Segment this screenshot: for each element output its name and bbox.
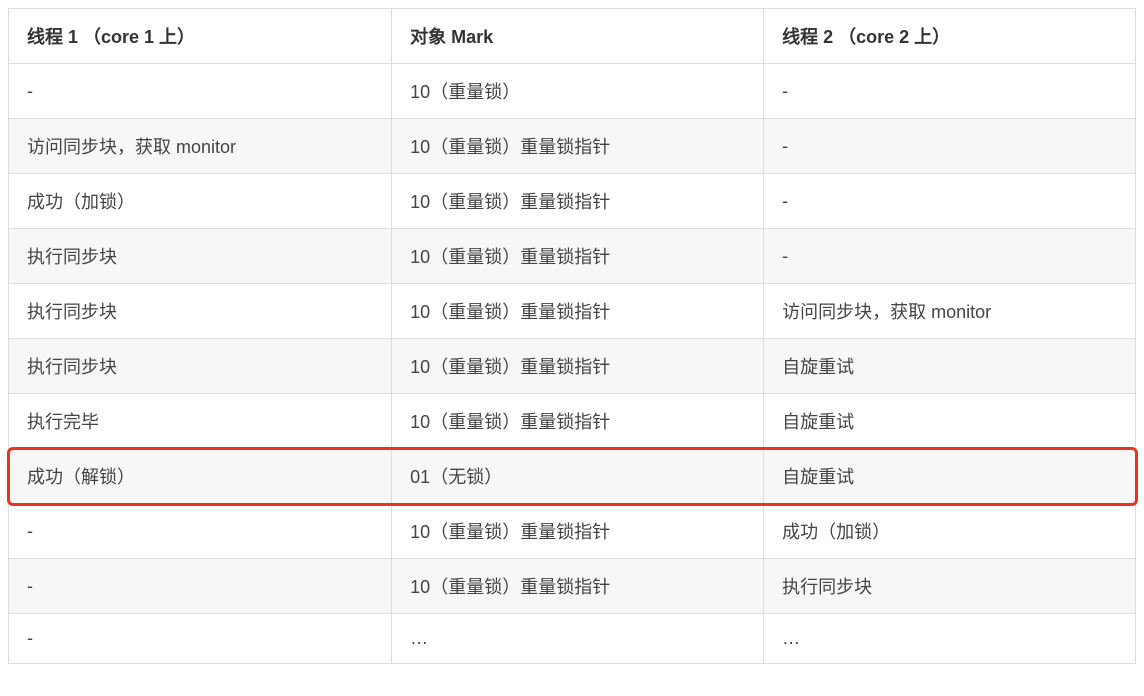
table-cell: -: [9, 614, 392, 664]
table-cell: 10（重量锁）重量锁指针: [392, 504, 764, 559]
table-cell: 执行同步块: [9, 229, 392, 284]
table-cell: 10（重量锁）重量锁指针: [392, 284, 764, 339]
table-cell: …: [392, 614, 764, 664]
table-cell: 10（重量锁）重量锁指针: [392, 119, 764, 174]
table-cell: -: [9, 559, 392, 614]
table-cell: 执行同步块: [9, 339, 392, 394]
table-cell: …: [764, 614, 1136, 664]
table-header-row: 线程 1 （core 1 上） 对象 Mark 线程 2 （core 2 上）: [9, 9, 1136, 64]
header-thread1: 线程 1 （core 1 上）: [9, 9, 392, 64]
table-cell: -: [764, 174, 1136, 229]
table-cell: 访问同步块，获取 monitor: [764, 284, 1136, 339]
table-row: 执行完毕10（重量锁）重量锁指针自旋重试: [9, 394, 1136, 449]
table-row: -10（重量锁）重量锁指针成功（加锁）: [9, 504, 1136, 559]
table-row: 执行同步块10（重量锁）重量锁指针访问同步块，获取 monitor: [9, 284, 1136, 339]
header-object-mark: 对象 Mark: [392, 9, 764, 64]
table-cell: -: [764, 119, 1136, 174]
table-cell: -: [764, 64, 1136, 119]
table-cell: 成功（解锁）: [9, 449, 392, 504]
table-cell: 01（无锁）: [392, 449, 764, 504]
table-cell: -: [9, 64, 392, 119]
table-cell: 自旋重试: [764, 394, 1136, 449]
table-row: 执行同步块10（重量锁）重量锁指针-: [9, 229, 1136, 284]
table-cell: 10（重量锁）重量锁指针: [392, 174, 764, 229]
table-body: -10（重量锁）-访问同步块，获取 monitor10（重量锁）重量锁指针-成功…: [9, 64, 1136, 664]
table-cell: 成功（加锁）: [9, 174, 392, 229]
table-cell: 自旋重试: [764, 339, 1136, 394]
table-cell: 成功（加锁）: [764, 504, 1136, 559]
table-row: 执行同步块10（重量锁）重量锁指针自旋重试: [9, 339, 1136, 394]
table-row: -10（重量锁）重量锁指针执行同步块: [9, 559, 1136, 614]
table-cell: 执行同步块: [9, 284, 392, 339]
table-row: -10（重量锁）-: [9, 64, 1136, 119]
table-row: -……: [9, 614, 1136, 664]
table-cell: 10（重量锁）重量锁指针: [392, 229, 764, 284]
table-cell: -: [9, 504, 392, 559]
table-cell: 自旋重试: [764, 449, 1136, 504]
header-thread2: 线程 2 （core 2 上）: [764, 9, 1136, 64]
table-cell: 10（重量锁）重量锁指针: [392, 559, 764, 614]
table-cell: 10（重量锁）重量锁指针: [392, 394, 764, 449]
table-container: 线程 1 （core 1 上） 对象 Mark 线程 2 （core 2 上） …: [8, 8, 1136, 664]
table-row: 成功（加锁）10（重量锁）重量锁指针-: [9, 174, 1136, 229]
table-row: 成功（解锁）01（无锁）自旋重试: [9, 449, 1136, 504]
table-cell: -: [764, 229, 1136, 284]
table-cell: 执行完毕: [9, 394, 392, 449]
thread-lock-table: 线程 1 （core 1 上） 对象 Mark 线程 2 （core 2 上） …: [8, 8, 1136, 664]
table-cell: 10（重量锁）: [392, 64, 764, 119]
table-row: 访问同步块，获取 monitor10（重量锁）重量锁指针-: [9, 119, 1136, 174]
table-cell: 访问同步块，获取 monitor: [9, 119, 392, 174]
table-cell: 10（重量锁）重量锁指针: [392, 339, 764, 394]
table-cell: 执行同步块: [764, 559, 1136, 614]
